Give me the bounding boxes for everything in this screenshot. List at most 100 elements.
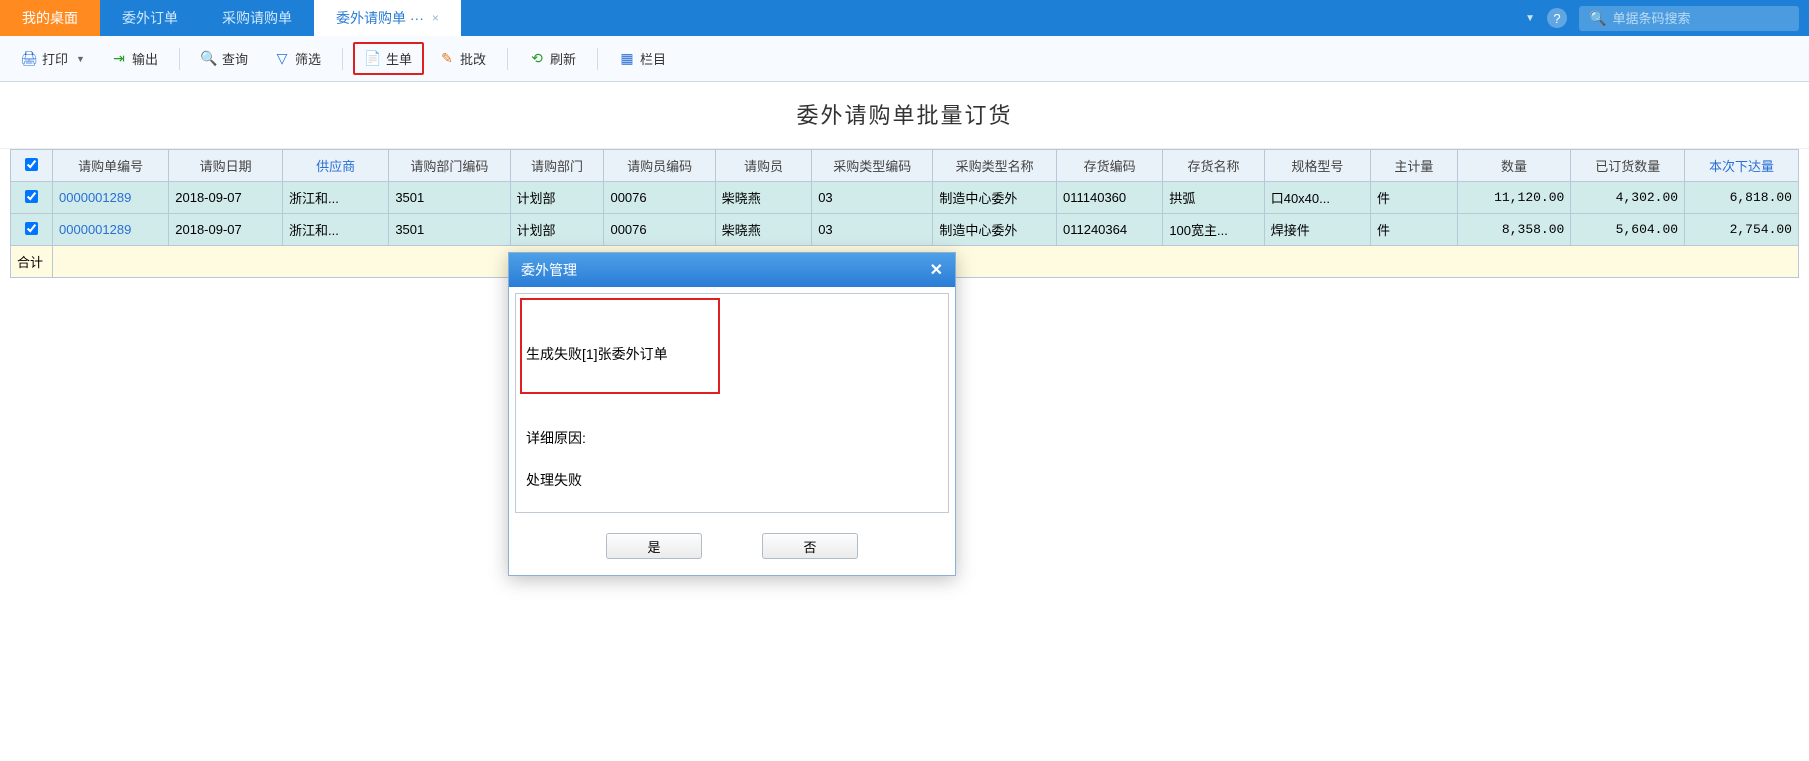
cell-ordered: 4,302.00 (1571, 182, 1685, 214)
dialog-titlebar[interactable]: 委外管理 ✕ (509, 253, 955, 287)
export-label: 输出 (132, 49, 158, 68)
query-label: 查询 (222, 49, 248, 68)
cell-req-no: 0000001289 (53, 182, 169, 214)
help-icon[interactable]: ? (1547, 8, 1567, 28)
col-this-qty[interactable]: 本次下达量 (1685, 150, 1799, 182)
tab-outsource-order[interactable]: 委外订单 (100, 0, 200, 36)
dialog-buttons: 是 否 (509, 519, 955, 575)
tab-purchase-requisition[interactable]: 采购请购单 (200, 0, 314, 36)
batch-modify-button[interactable]: ✎ 批改 (428, 43, 497, 74)
col-ptype-code[interactable]: 采购类型编码 (812, 150, 933, 182)
cell-spec: 口40x40... (1264, 182, 1370, 214)
page-title: 委外请购单批量订货 (0, 82, 1809, 149)
generate-button[interactable]: 📄 生单 (353, 42, 424, 75)
dropdown-caret-icon[interactable]: ▼ (1525, 13, 1535, 24)
cell-inv-name: 100宽主... (1163, 214, 1264, 246)
select-all-checkbox[interactable] (25, 158, 38, 171)
toolbar-separator (179, 48, 180, 70)
tab-label: 委外请购单 ··· (336, 8, 424, 28)
col-dept-code[interactable]: 请购部门编码 (389, 150, 510, 182)
col-uom[interactable]: 主计量 (1371, 150, 1458, 182)
columns-icon: ▦ (619, 51, 635, 67)
tab-outsource-requisition[interactable]: 委外请购单 ··· × (314, 0, 461, 36)
col-req-no[interactable]: 请购单编号 (53, 150, 169, 182)
cell-inv-code: 011240364 (1057, 214, 1163, 246)
cell-buyer: 柴晓燕 (715, 214, 811, 246)
col-req-date[interactable]: 请购日期 (169, 150, 283, 182)
cell-ptype-code: 03 (812, 214, 933, 246)
toolbar-separator (342, 48, 343, 70)
col-supplier[interactable]: 供应商 (283, 150, 389, 182)
col-dept[interactable]: 请购部门 (510, 150, 604, 182)
col-inv-name[interactable]: 存货名称 (1163, 150, 1264, 182)
cell-qty: 11,120.00 (1457, 182, 1571, 214)
refresh-label: 刷新 (550, 49, 576, 68)
dialog-title-text: 委外管理 (521, 260, 577, 280)
cell-dept: 计划部 (510, 214, 604, 246)
col-buyer-code[interactable]: 请购员编码 (604, 150, 715, 182)
edit-icon: ✎ (439, 51, 455, 67)
refresh-button[interactable]: ⟲ 刷新 (518, 43, 587, 74)
cell-req-date: 2018-09-07 (169, 182, 283, 214)
tab-desktop[interactable]: 我的桌面 (0, 0, 100, 36)
top-bar: 我的桌面 委外订单 采购请购单 委外请购单 ··· × ▼ ? 🔍 (0, 0, 1809, 36)
barcode-search-input[interactable] (1612, 11, 1789, 26)
col-buyer[interactable]: 请购员 (715, 150, 811, 182)
cell-buyer: 柴晓燕 (715, 182, 811, 214)
export-icon: ⇥ (111, 51, 127, 67)
cell-ptype-name: 制造中心委外 (933, 182, 1057, 214)
col-checkbox[interactable] (11, 150, 53, 182)
column-button[interactable]: ▦ 栏目 (608, 43, 677, 74)
cell-ordered: 5,604.00 (1571, 214, 1685, 246)
query-button[interactable]: 🔍 查询 (190, 43, 259, 74)
barcode-search[interactable]: 🔍 (1579, 6, 1799, 31)
cell-supplier: 浙江和... (283, 182, 389, 214)
message-dialog: 委外管理 ✕ 生成失败[1]张委外订单 详细原因: 处理失败 是 否 (508, 252, 956, 576)
cell-this: 6,818.00 (1685, 182, 1799, 214)
cell-buyer-code: 00076 (604, 182, 715, 214)
batch-label: 批改 (460, 49, 486, 68)
col-spec[interactable]: 规格型号 (1264, 150, 1370, 182)
row-checkbox[interactable] (25, 222, 38, 235)
dialog-message: 生成失败[1]张委外订单 详细原因: 处理失败 (515, 293, 949, 513)
filter-label: 筛选 (295, 49, 321, 68)
dialog-body: 生成失败[1]张委外订单 详细原因: 处理失败 (509, 287, 955, 519)
cell-this: 2,754.00 (1685, 214, 1799, 246)
cell-req-date: 2018-09-07 (169, 214, 283, 246)
cell-inv-name: 拱弧 (1163, 182, 1264, 214)
tab-close-icon[interactable]: × (432, 11, 439, 25)
print-label: 打印 (42, 49, 68, 68)
caret-down-icon: ▼ (76, 54, 85, 64)
refresh-icon: ⟲ (529, 51, 545, 67)
filter-button[interactable]: ▽ 筛选 (263, 43, 332, 74)
cell-ptype-name: 制造中心委外 (933, 214, 1057, 246)
sum-label: 合计 (11, 246, 53, 278)
dialog-line3: 处理失败 (526, 470, 938, 491)
dialog-no-button[interactable]: 否 (762, 533, 858, 559)
export-button[interactable]: ⇥ 输出 (100, 43, 169, 74)
cell-spec: 焊接件 (1264, 214, 1370, 246)
dialog-close-icon[interactable]: ✕ (930, 260, 943, 280)
dialog-line1: 生成失败[1]张委外订单 (526, 344, 938, 365)
dialog-yes-button[interactable]: 是 (606, 533, 702, 559)
cell-uom: 件 (1371, 182, 1458, 214)
printer-icon: 🖨 (21, 51, 37, 67)
tab-strip: 我的桌面 委外订单 采购请购单 委外请购单 ··· × (0, 0, 1525, 36)
cell-buyer-code: 00076 (604, 214, 715, 246)
col-qty[interactable]: 数量 (1457, 150, 1571, 182)
cell-dept-code: 3501 (389, 182, 510, 214)
cell-dept-code: 3501 (389, 214, 510, 246)
print-button[interactable]: 🖨 打印 ▼ (10, 43, 96, 74)
row-checkbox[interactable] (25, 190, 38, 203)
table-row[interactable]: 0000001289 2018-09-07 浙江和... 3501 计划部 00… (11, 182, 1799, 214)
cell-uom: 件 (1371, 214, 1458, 246)
col-ordered-qty[interactable]: 已订货数量 (1571, 150, 1685, 182)
table-row[interactable]: 0000001289 2018-09-07 浙江和... 3501 计划部 00… (11, 214, 1799, 246)
col-inv-code[interactable]: 存货编码 (1057, 150, 1163, 182)
topbar-right: ▼ ? 🔍 (1525, 6, 1809, 31)
cell-qty: 8,358.00 (1457, 214, 1571, 246)
dialog-line2: 详细原因: (526, 428, 938, 449)
query-icon: 🔍 (201, 51, 217, 67)
cell-supplier: 浙江和... (283, 214, 389, 246)
col-ptype-name[interactable]: 采购类型名称 (933, 150, 1057, 182)
